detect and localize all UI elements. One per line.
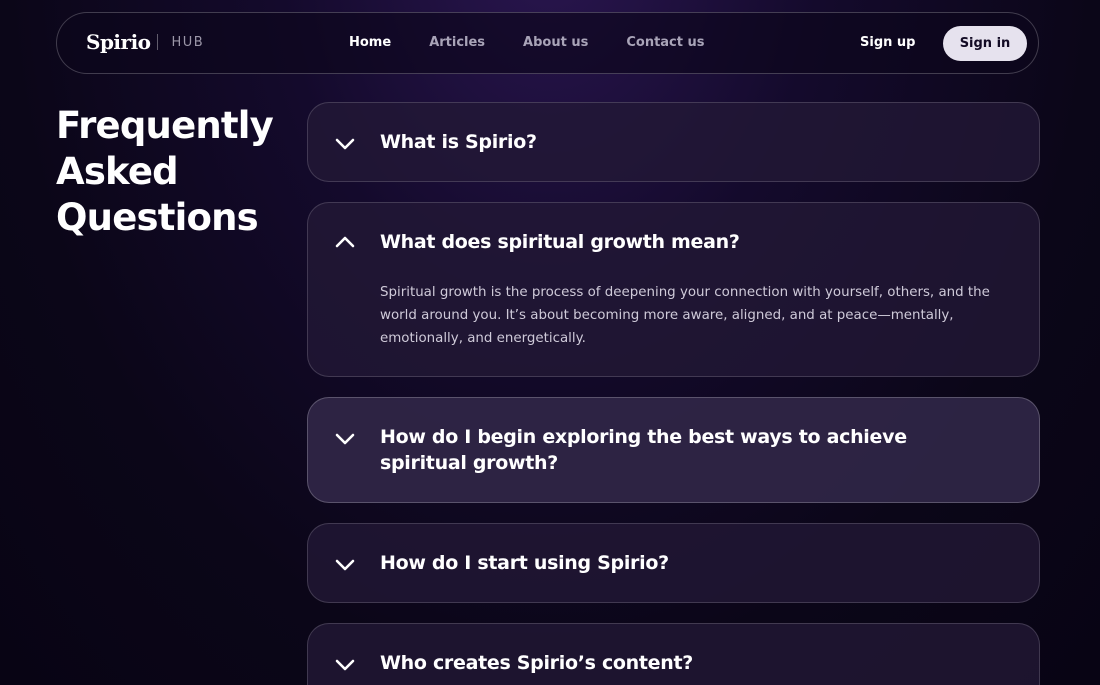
faq-heading-line: Frequently [56, 104, 274, 147]
logo-hub-label: HUB [171, 34, 205, 50]
faq-question: Who creates Spirio’s content? [380, 652, 694, 674]
faq-item-content-creators[interactable]: Who creates Spirio’s content? [307, 623, 1040, 685]
faq-question: What does spiritual growth mean? [380, 231, 740, 253]
nav-link-contact-us[interactable]: Contact us [626, 35, 704, 50]
nav-link-home[interactable]: Home [349, 35, 391, 50]
logo-divider [156, 34, 158, 50]
faq-answer: Spiritual growth is the process of deepe… [380, 285, 990, 346]
faq-heading-line: Questions [56, 196, 259, 239]
faq-question: How do I begin exploring the best ways t… [380, 426, 907, 474]
chevron-up-icon [335, 236, 355, 248]
faq-item-spiritual-growth[interactable]: What does spiritual growth mean? Spiritu… [307, 202, 1040, 377]
logo[interactable]: Spirio HUB [86, 30, 204, 54]
faq-question: How do I start using Spirio? [380, 552, 669, 574]
chevron-down-icon [335, 559, 355, 571]
nav-links: Home Articles About us Contact us [349, 35, 743, 50]
logo-wordmark: Spirio [86, 30, 151, 54]
nav-link-about-us[interactable]: About us [523, 35, 588, 50]
faq-item-begin-exploring[interactable]: How do I begin exploring the best ways t… [307, 397, 1040, 503]
sign-up-link[interactable]: Sign up [860, 35, 915, 50]
faq-question: What is Spirio? [380, 131, 537, 153]
nav-link-articles[interactable]: Articles [429, 35, 485, 50]
sign-in-button[interactable]: Sign in [943, 26, 1027, 61]
faq-heading: Frequently Asked Questions [56, 103, 286, 241]
faq-item-start-using[interactable]: How do I start using Spirio? [307, 523, 1040, 603]
chevron-down-icon [335, 433, 355, 445]
faq-item-what-is-spirio[interactable]: What is Spirio? [307, 102, 1040, 182]
faq-heading-line: Asked [56, 150, 179, 193]
top-navbar: Spirio HUB Home Articles About us Contac… [56, 12, 1039, 74]
chevron-down-icon [335, 138, 355, 150]
chevron-down-icon [335, 659, 355, 671]
